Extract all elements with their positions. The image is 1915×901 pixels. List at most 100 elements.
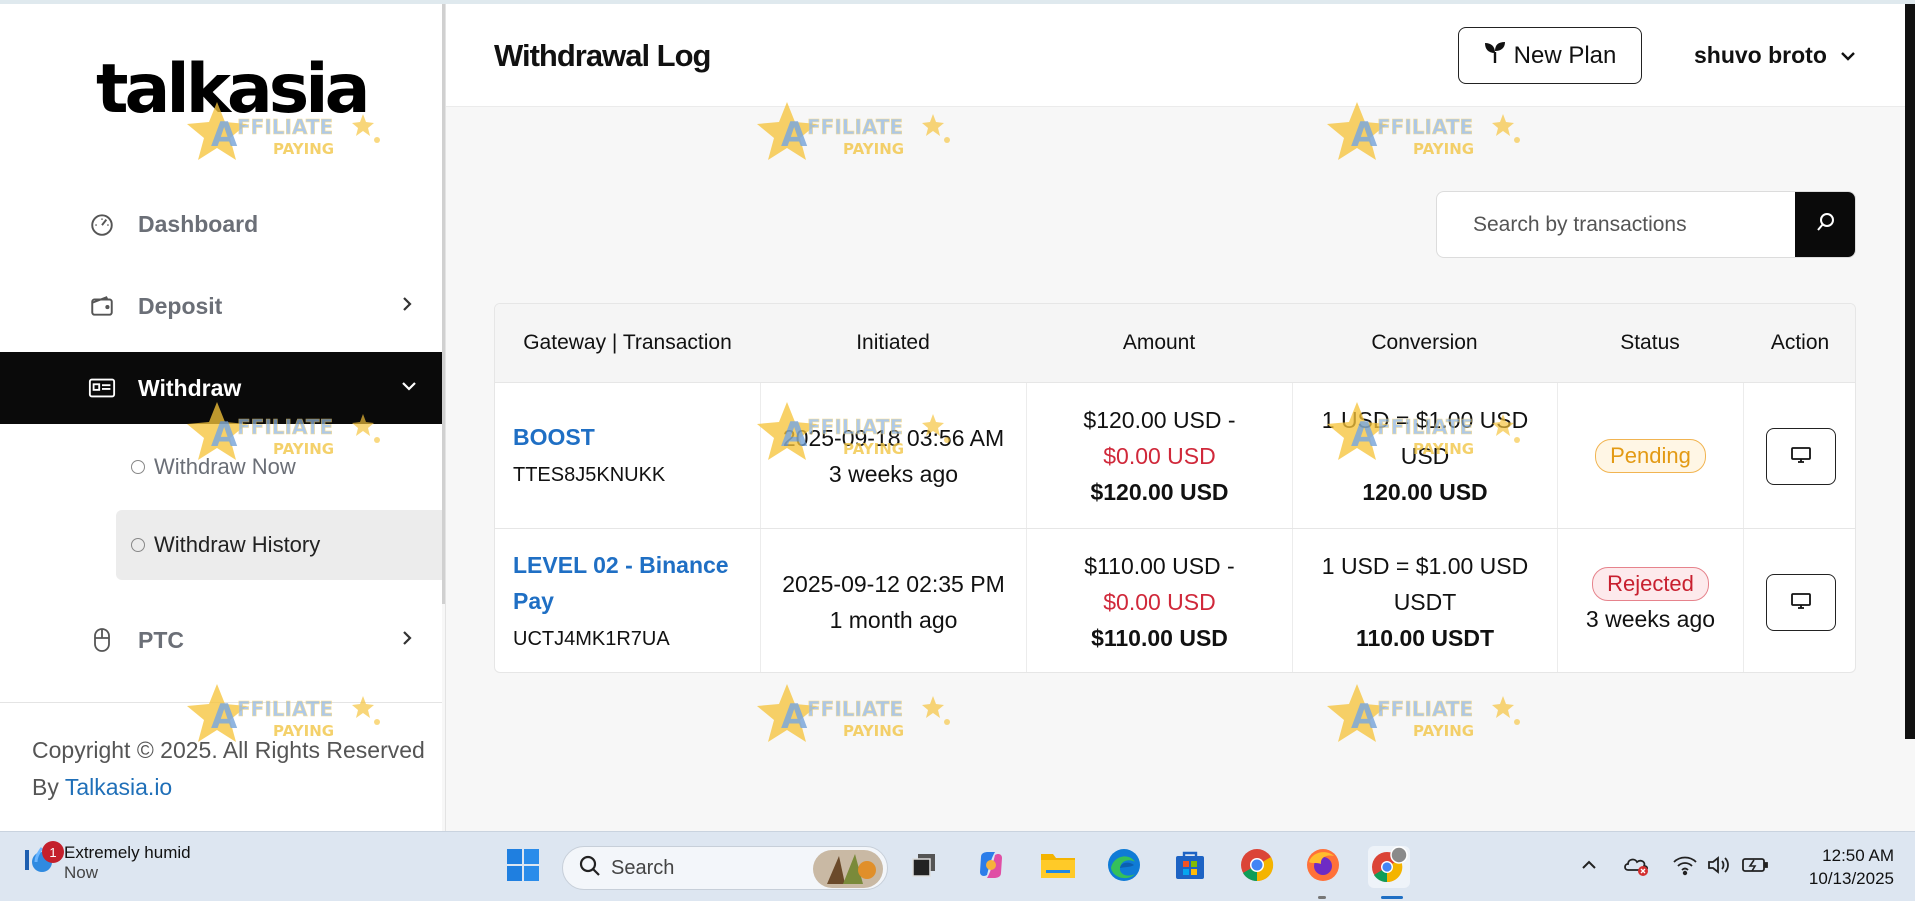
chevron-down-icon	[1839, 42, 1857, 69]
taskbar-app-firefox[interactable]	[1302, 846, 1344, 888]
taskbar-app-chrome-profile[interactable]	[1368, 845, 1410, 889]
taskbar-app-store[interactable]	[1169, 846, 1211, 888]
svg-text:PAYING: PAYING	[843, 140, 904, 158]
top-header: Withdrawal Log New Plan shuvo broto	[446, 4, 1915, 107]
conversion-cell: 1 USD = $1.00 USD USD 120.00 USD	[1292, 383, 1557, 529]
copyright-link[interactable]: Talkasia.io	[65, 774, 172, 800]
sidebar-subitem-withdraw-history[interactable]: Withdraw History	[116, 510, 442, 580]
amount-line: $110.00 USD -	[1084, 553, 1235, 579]
copilot-icon	[975, 849, 1007, 886]
desktop-icon	[1790, 438, 1812, 474]
tray-onedrive[interactable]	[1624, 854, 1650, 880]
weather-text: Extremely humid	[64, 842, 191, 862]
svg-text:FFILIATE: FFILIATE	[1377, 115, 1473, 139]
tray-volume[interactable]	[1706, 854, 1732, 880]
amount-line: $120.00 USD -	[1083, 407, 1236, 433]
brand-logo[interactable]: talkasia	[96, 50, 370, 130]
sidebar-item-label: PTC	[138, 626, 184, 653]
status-cell: Rejected 3 weeks ago	[1557, 529, 1743, 672]
sidebar-subitem-label: Withdraw History	[154, 532, 321, 557]
amount-total: $110.00 USD	[1091, 625, 1228, 651]
wifi-icon	[1672, 854, 1698, 881]
gauge-icon	[88, 210, 116, 238]
task-view-button[interactable]	[903, 846, 945, 888]
task-view-icon	[910, 851, 938, 884]
column-header: Amount	[1122, 331, 1196, 354]
gateway-cell: BOOST TTES8J5KNUKK	[495, 383, 760, 529]
charge-amount: $0.00 USD	[1103, 589, 1216, 615]
status-time: 3 weeks ago	[1585, 606, 1716, 632]
transaction-id: TTES8J5KNUKK	[513, 464, 666, 486]
action-cell	[1743, 383, 1855, 529]
taskbar-app-chrome[interactable]	[1236, 846, 1278, 888]
search-button[interactable]	[1795, 192, 1855, 257]
firefox-icon	[1306, 848, 1340, 887]
edge-icon	[1107, 848, 1141, 887]
svg-text:FFILIATE: FFILIATE	[807, 115, 903, 139]
tray-wifi[interactable]	[1672, 854, 1698, 880]
new-plan-button[interactable]: New Plan	[1458, 27, 1642, 84]
sidebar-subitem-withdraw-now[interactable]: Withdraw Now	[116, 432, 442, 502]
gateway-name[interactable]: LEVEL 02 - Binance Pay	[513, 547, 746, 619]
taskbar-app-copilot[interactable]	[970, 846, 1012, 888]
column-header: Action	[1770, 331, 1830, 354]
chrome-profile-icon	[1370, 845, 1408, 889]
view-details-button[interactable]	[1765, 573, 1836, 631]
svg-text:A: A	[781, 115, 808, 155]
initiated-date: 2025-09-18 03:56 AM	[782, 425, 1005, 451]
gateway-name[interactable]: BOOST	[513, 419, 595, 455]
start-button[interactable]	[502, 846, 544, 888]
svg-text:PAYING: PAYING	[843, 722, 904, 740]
tray-battery[interactable]	[1742, 854, 1768, 880]
status-cell: Pending	[1557, 383, 1743, 529]
tray-overflow-button[interactable]	[1576, 854, 1602, 880]
user-menu[interactable]: shuvo broto	[1694, 42, 1857, 69]
circle-icon	[131, 460, 145, 474]
chevron-right-icon	[400, 629, 414, 652]
chevron-down-icon	[400, 379, 418, 398]
active-app-indicator	[1381, 896, 1403, 899]
sidebar-item-deposit[interactable]: Deposit	[0, 270, 442, 342]
clock-date: 10/13/2025	[1808, 869, 1894, 888]
search-icon	[579, 855, 601, 882]
watermark-logo: A FFILIATE PAYING	[1325, 682, 1525, 748]
seedling-icon	[1484, 40, 1506, 71]
table-row: BOOST TTES8J5KNUKK 2025-09-18 03:56 AM 3…	[495, 382, 1855, 529]
windows-icon	[506, 848, 540, 887]
svg-text:A: A	[1351, 115, 1378, 155]
taskbar-search-label: Search	[611, 856, 675, 879]
sidebar-item-withdraw[interactable]: Withdraw	[0, 352, 442, 424]
conversion-cell: 1 USD = $1.00 USD USDT 110.00 USDT	[1292, 529, 1557, 672]
svg-text:A: A	[781, 697, 808, 737]
svg-text:FFILIATE: FFILIATE	[1377, 697, 1473, 721]
new-plan-label: New Plan	[1513, 41, 1617, 69]
clock-time: 12:50 AM	[1822, 846, 1894, 865]
taskbar-app-file-explorer[interactable]	[1037, 846, 1079, 888]
amount-cell: $120.00 USD - $0.00 USD $120.00 USD	[1026, 383, 1292, 529]
transaction-id: UCTJ4MK1R7UA	[513, 628, 670, 650]
chrome-icon	[1240, 848, 1274, 887]
copyright: Copyright © 2025. All Rights Reserved By…	[32, 732, 432, 806]
taskbar-app-edge[interactable]	[1103, 846, 1145, 888]
svg-text:A: A	[1351, 697, 1378, 737]
amount-total: $120.00 USD	[1090, 479, 1229, 505]
page-title: Withdrawal Log	[494, 38, 711, 73]
status-badge: Rejected	[1592, 567, 1709, 601]
chevron-right-icon	[400, 295, 414, 318]
sidebar-border	[445, 4, 446, 831]
taskbar-search[interactable]: Search	[562, 846, 888, 890]
sidebar: talkasia Dashboard Deposit Withdraw With…	[0, 4, 442, 831]
taskbar-clock[interactable]: 12:50 AM 10/13/2025	[1790, 844, 1894, 890]
table-header: Gateway | Transaction Initiated Amount C…	[495, 304, 1855, 382]
search-highlight-icon	[813, 850, 883, 893]
card-icon	[88, 374, 116, 402]
initiated-date: 2025-09-12 02:35 PM	[782, 571, 1005, 597]
sidebar-item-dashboard[interactable]: Dashboard	[0, 188, 442, 260]
mouse-icon	[88, 626, 116, 654]
table-row: LEVEL 02 - Binance Pay UCTJ4MK1R7UA 2025…	[495, 528, 1855, 672]
store-icon	[1174, 849, 1206, 886]
taskbar: Extremely humid Now 1 Search 12:50 AM 10…	[0, 831, 1915, 901]
search-input[interactable]	[1437, 192, 1795, 257]
view-details-button[interactable]	[1765, 427, 1836, 485]
sidebar-item-ptc[interactable]: PTC	[0, 604, 442, 676]
